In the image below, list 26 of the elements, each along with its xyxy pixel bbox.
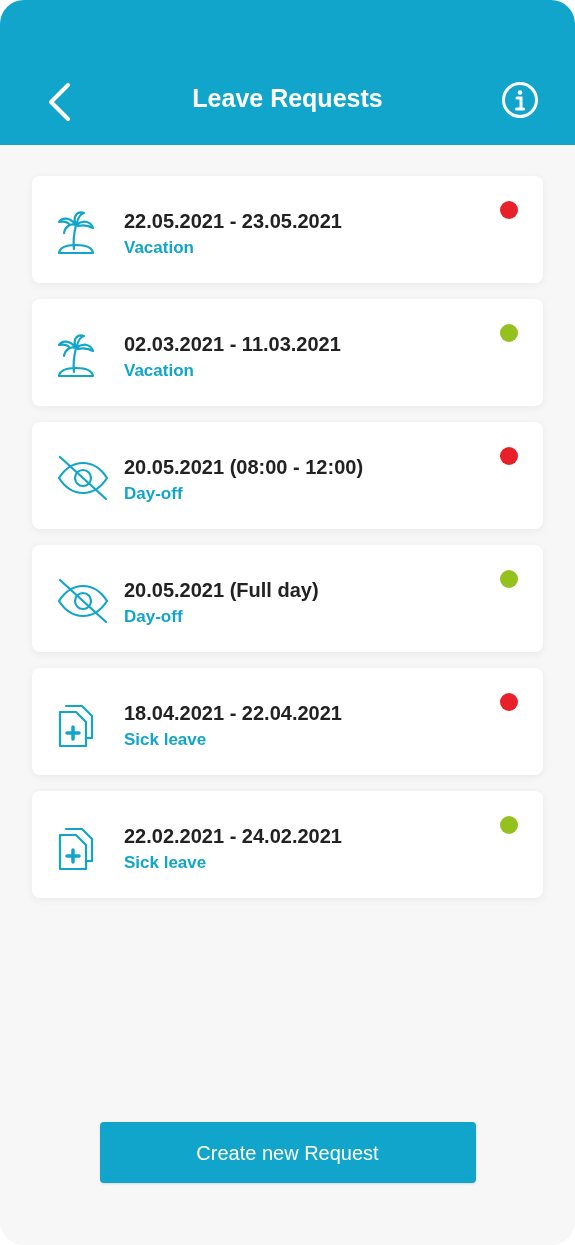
leave-request-card[interactable]: 20.05.2021 (Full day) Day-off [32,545,543,652]
request-dates: 22.05.2021 - 23.05.2021 [124,208,342,234]
leave-type: Sick leave [124,851,208,874]
leave-request-card[interactable]: 22.05.2021 - 23.05.2021 Vacation [32,176,543,283]
info-button[interactable] [501,81,539,119]
request-dates: 18.04.2021 - 22.04.2021 [124,700,342,726]
leave-request-card[interactable]: 20.05.2021 (08:00 - 12:00) Day-off [32,422,543,529]
screen-title: Leave Requests [192,82,383,114]
leave-request-card[interactable]: 18.04.2021 - 22.04.2021 Sick leave [32,668,543,775]
eye-slash-icon [56,577,110,624]
leave-type: Day-off [124,482,184,505]
back-icon [46,82,72,122]
request-dates: 20.05.2021 (08:00 - 12:00) [124,454,364,480]
leave-request-card[interactable]: 02.03.2021 - 11.03.2021 Vacation [32,299,543,406]
request-dates: 20.05.2021 (Full day) [124,577,319,603]
info-icon [501,81,539,119]
leave-type: Day-off [124,605,184,628]
leave-request-card[interactable]: 22.02.2021 - 24.02.2021 Sick leave [32,791,543,898]
eye-slash-icon [56,454,110,501]
leave-type: Sick leave [124,728,208,751]
request-dates: 22.02.2021 - 24.02.2021 [124,823,342,849]
leave-type: Vacation [124,359,195,382]
palm-tree-icon [56,331,96,378]
leave-type: Vacation [124,236,195,259]
palm-tree-icon [56,208,96,255]
request-dates: 02.03.2021 - 11.03.2021 [124,331,341,357]
